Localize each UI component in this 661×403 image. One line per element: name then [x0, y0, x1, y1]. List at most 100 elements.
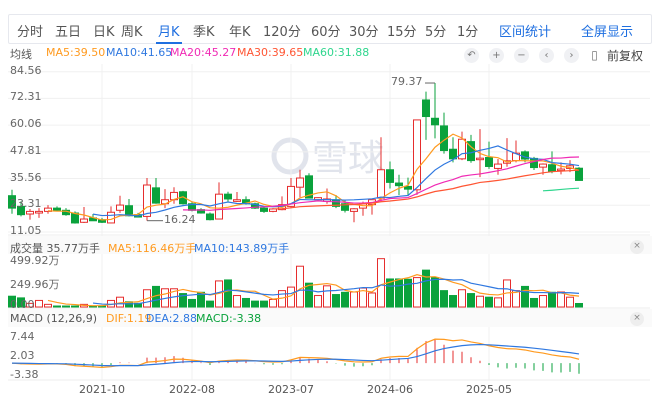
volume-bar — [341, 291, 349, 308]
candle-body — [485, 157, 493, 167]
date-axis-label: 2023-07 — [268, 383, 314, 396]
candle-body — [26, 210, 34, 215]
volume-bar — [242, 297, 250, 308]
candle-body — [539, 163, 547, 168]
candle-body — [107, 211, 115, 224]
candle-body — [143, 184, 151, 217]
price-axis-label: 35.56 — [10, 170, 42, 184]
volume-bar — [224, 279, 232, 308]
volume-bar — [44, 303, 52, 308]
macd-axis-label: -3.38 — [10, 368, 39, 381]
candle-body — [494, 163, 502, 169]
candle-body — [53, 207, 61, 211]
candle-body — [404, 185, 412, 190]
date-axis-label: 2021-10 — [79, 383, 125, 396]
macd-histogram-value: MACD:-3.38 — [196, 312, 262, 325]
volume-bar — [530, 297, 538, 308]
macd-label: MACD (12,26,9) — [10, 312, 98, 325]
price-axis-label: 47.81 — [10, 143, 42, 157]
volume-bar — [260, 300, 268, 308]
volume-ma10: MA10:143.89万手 — [194, 242, 290, 255]
volume-bar — [395, 278, 403, 308]
volume-bar — [368, 292, 376, 308]
volume-bar — [521, 285, 529, 308]
ma60-line — [542, 187, 580, 192]
volume-bar — [566, 296, 574, 308]
volume-header-bg — [8, 236, 652, 254]
volume-bar — [233, 295, 241, 308]
candle-body — [350, 208, 358, 212]
macd-axis-label: 7.44 — [10, 330, 35, 343]
volume-bar — [422, 269, 430, 308]
volume-bar — [449, 295, 457, 308]
price-axis-label: 84.56 — [10, 63, 42, 77]
candle-body — [422, 99, 430, 118]
low-annotation: 16.24 — [164, 212, 196, 226]
volume-bar — [557, 291, 565, 308]
price-axis-label: 11.05 — [10, 224, 42, 237]
candle-body — [548, 164, 556, 172]
volume-bar — [323, 285, 331, 308]
volume-ma5: MA5:116.46万手 — [108, 242, 197, 255]
candle-body — [125, 205, 133, 217]
volume-bar — [494, 297, 502, 308]
volume-bar — [377, 258, 385, 308]
candle-body — [260, 207, 268, 212]
candle-body — [431, 117, 439, 126]
volume-bar — [485, 296, 493, 308]
volume-bar — [350, 291, 358, 308]
volume-axis-label: 499.92万 — [10, 254, 60, 267]
volume-bar — [413, 277, 421, 308]
high-annotation: 79.37 — [391, 75, 423, 89]
macd-dea: DEA:2.88 — [146, 312, 197, 325]
price-axis-label: 72.31 — [10, 90, 42, 104]
candle-body — [206, 213, 214, 221]
macd-header-bg — [8, 309, 652, 327]
candle-body — [386, 169, 394, 183]
date-axis-label: 2025-05 — [466, 383, 512, 396]
volume-bar — [314, 295, 322, 308]
dea-line — [11, 343, 580, 367]
volume-bar — [476, 295, 484, 308]
candle-body — [80, 218, 88, 223]
volume-bar — [440, 290, 448, 308]
volume-bar — [269, 298, 277, 308]
price-axis-label: 23.31 — [10, 197, 42, 211]
candle-body — [233, 199, 241, 202]
chart-canvas[interactable]: 雪球 — [0, 0, 661, 403]
candle-body — [530, 157, 538, 169]
volume-bar — [548, 291, 556, 308]
svg-text:雪球: 雪球 — [312, 138, 384, 179]
volume-bar — [575, 302, 583, 308]
candle-body — [377, 169, 385, 199]
volume-bar — [62, 305, 70, 308]
volume-axis-label: 249.96万 — [10, 278, 60, 291]
volume-bar — [53, 305, 61, 308]
candle-body — [557, 168, 565, 172]
volume-bar — [539, 295, 547, 308]
volume-bar — [35, 299, 43, 308]
volume-bar — [296, 265, 304, 308]
candle-body — [413, 119, 421, 191]
candle-body — [152, 187, 160, 204]
volume-bar — [431, 277, 439, 308]
macd-axis-label: 2.03 — [10, 349, 35, 362]
volume-axis-label: 0.00 — [10, 298, 35, 311]
close-volume-icon[interactable]: × — [630, 240, 644, 254]
volume-bar — [332, 294, 340, 308]
macd-dif: DIF:1.19 — [106, 312, 152, 325]
date-axis-label: 2022-08 — [169, 383, 215, 396]
candle-body — [224, 193, 232, 200]
volume-bar — [467, 293, 475, 308]
candle-body — [116, 204, 124, 211]
candle-body — [35, 210, 43, 214]
candle-body — [215, 193, 223, 220]
volume-bar — [71, 305, 79, 308]
date-axis-label: 2024-06 — [367, 383, 413, 396]
volume-bar — [458, 289, 466, 308]
volume-bar — [206, 300, 214, 308]
candle-body — [296, 177, 304, 188]
close-macd-icon[interactable]: × — [630, 312, 644, 326]
candle-body — [395, 182, 403, 187]
dif-line — [11, 338, 580, 368]
